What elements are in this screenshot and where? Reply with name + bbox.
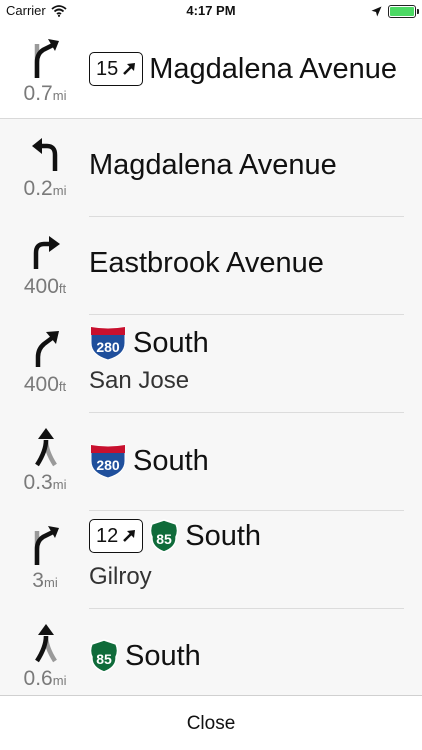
direction-step[interactable]: 0.7mi 15 Magdalena Avenue (0, 24, 422, 119)
distance-value: 3 (32, 569, 44, 592)
directions-list[interactable]: 0.7mi 15 Magdalena Avenue 0.2mi Magdalen… (0, 24, 422, 695)
step-subtitle: San Jose (89, 367, 190, 394)
step-title: 12 85 South (89, 519, 261, 553)
interstate-shield-icon: 280 (90, 444, 126, 479)
distance-unit: mi (52, 477, 67, 492)
shield-number: 280 (96, 339, 120, 355)
direction-step[interactable]: 400ft 280 South San Jose (0, 315, 422, 413)
close-button[interactable]: Close (0, 696, 422, 750)
step-distance: 0.7mi (14, 82, 76, 106)
route-number: 15 (96, 57, 119, 80)
direction-step[interactable]: 0.6mi 85 South (0, 609, 422, 695)
maneuver: 0.6mi (14, 609, 76, 695)
interstate-shield-icon: 280 (90, 326, 126, 361)
step-title: 280 South (89, 443, 209, 479)
bear-right-arrow-icon (34, 39, 59, 78)
step-title: Magdalena Avenue (89, 149, 337, 182)
road-name: Eastbrook Avenue (89, 247, 324, 279)
maneuver: 400ft (14, 217, 76, 315)
maneuver: 400ft (14, 315, 76, 413)
road-name: Magdalena Avenue (149, 52, 398, 85)
step-distance: 0.2mi (14, 177, 76, 201)
direction-step[interactable]: 400ft Eastbrook Avenue (0, 217, 422, 315)
distance-value: 400 (23, 275, 59, 298)
distance-unit: mi (43, 575, 58, 590)
step-info: Eastbrook Avenue (89, 217, 410, 315)
step-title: Eastbrook Avenue (89, 247, 324, 280)
road-name: South (185, 519, 262, 552)
turn-right-arrow-icon (33, 236, 60, 269)
step-distance: 400ft (14, 373, 76, 397)
step-distance: 0.6mi (14, 667, 76, 691)
road-name: South (133, 326, 209, 359)
step-distance: 400ft (14, 275, 76, 299)
step-info: 15 Magdalena Avenue (89, 24, 410, 118)
distance-value: 0.6 (23, 667, 53, 690)
route-arrow-icon (123, 530, 136, 542)
distance-value: 0.7 (23, 82, 53, 105)
step-info: Magdalena Avenue (89, 119, 410, 217)
step-distance: 0.3mi (14, 471, 76, 495)
status-right (371, 5, 419, 18)
shield-number: 280 (96, 457, 120, 473)
turn-left-arrow-icon (32, 138, 58, 171)
location-arrow-icon (371, 6, 382, 17)
maneuver: 0.3mi (14, 413, 76, 511)
road-name: South (133, 444, 209, 477)
direction-step[interactable]: 3mi 12 85 South Gilroy (0, 511, 422, 609)
keep-left-arrow-icon (35, 624, 57, 663)
route-number: 12 (96, 524, 119, 547)
route-marker: 12 (89, 519, 144, 553)
footer-bar: Close (0, 695, 422, 750)
shield-number: 85 (156, 531, 172, 547)
step-title: 15 Magdalena Avenue (89, 52, 397, 86)
keep-left-arrow-icon (35, 428, 57, 467)
road-name: South (125, 639, 201, 672)
battery-icon (388, 5, 419, 18)
status-time: 4:17 PM (186, 3, 236, 18)
step-title: 280 South (89, 325, 209, 361)
step-distance: 3mi (14, 569, 76, 593)
route-arrow-icon (123, 63, 136, 75)
step-subtitle: Gilroy (89, 563, 152, 590)
battery-fill (390, 7, 414, 16)
direction-step[interactable]: 0.3mi 280 South (0, 413, 422, 511)
step-title: 85 South (89, 639, 201, 673)
slight-right-arrow-icon (35, 331, 59, 367)
maneuver: 0.7mi (14, 24, 76, 118)
battery-tip (417, 9, 419, 14)
distance-unit: mi (52, 88, 67, 103)
status-bar: Carrier 4:17 PM (0, 0, 422, 24)
maneuver: 3mi (14, 511, 76, 609)
maneuver: 0.2mi (14, 119, 76, 217)
distance-value: 0.3 (23, 471, 53, 494)
distance-unit: mi (52, 673, 67, 688)
bear-right-arrow-icon (34, 526, 59, 565)
direction-step[interactable]: 0.2mi Magdalena Avenue (0, 119, 422, 217)
distance-unit: ft (58, 379, 67, 394)
step-info: 85 South (89, 609, 410, 695)
road-name: Magdalena Avenue (89, 149, 337, 181)
step-info: 280 South San Jose (89, 315, 410, 413)
distance-unit: ft (58, 281, 67, 296)
distance-unit: mi (52, 183, 67, 198)
distance-value: 400 (23, 373, 59, 396)
step-info: 280 South (89, 413, 410, 511)
step-info: 12 85 South Gilroy (89, 511, 410, 609)
route-marker: 15 (89, 52, 144, 86)
shield-number: 85 (96, 651, 112, 667)
state-route-shield-icon: 85 (89, 639, 119, 673)
distance-value: 0.2 (23, 177, 53, 200)
state-route-shield-icon: 85 (150, 519, 179, 553)
